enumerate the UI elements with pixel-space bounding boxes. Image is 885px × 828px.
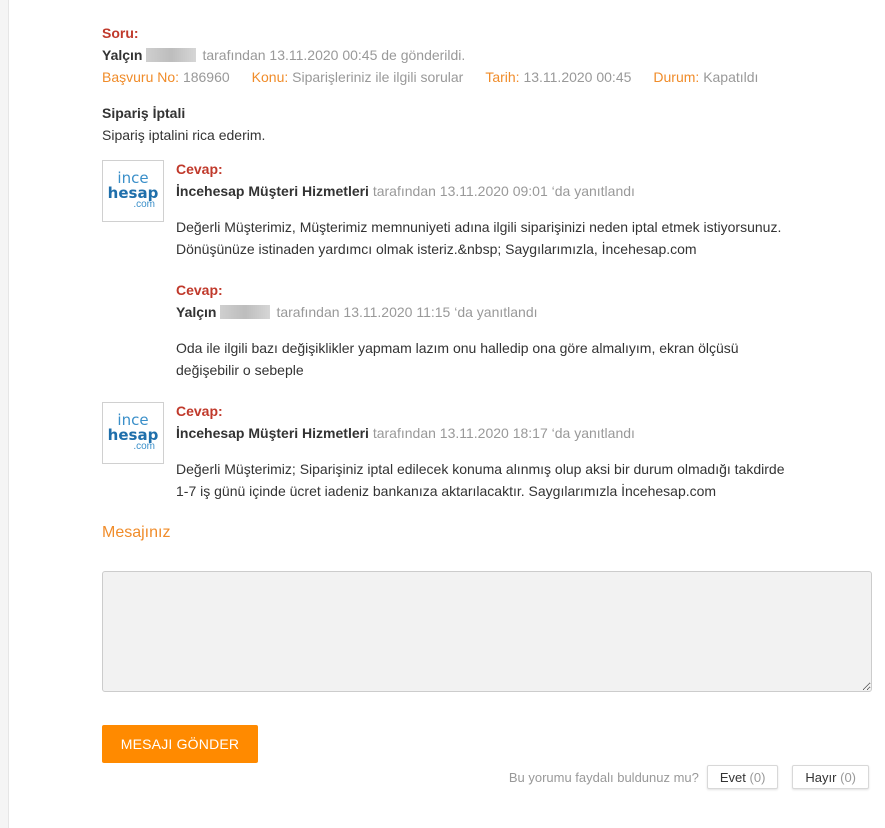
reply-body-line: Dönüşünüze istinaden yardımcı olmak iste…: [176, 241, 697, 257]
app-no-label: Başvuru No:: [102, 69, 180, 85]
ticket-thread: Soru: Yalçın tarafından 13.11.2020 00:45 …: [102, 22, 874, 542]
reply-body-line: Değerli Müşterimiz; Siparişiniz iptal ed…: [176, 461, 785, 477]
status-value: Kapatıldı: [703, 69, 759, 85]
yes-label: Evet: [719, 769, 746, 785]
question-block: Soru: Yalçın tarafından 13.11.2020 00:45 …: [102, 22, 874, 146]
status-label: Durum:: [653, 69, 700, 85]
reply-author: Yalçın: [176, 304, 217, 320]
reply-item: Cevap: Yalçın tarafından 13.11.2020 11:15…: [102, 279, 874, 381]
reply-time: tarafından 13.11.2020 11:15 ‘da yanıtlan…: [276, 304, 538, 320]
question-sent-text: tarafından 13.11.2020 00:45 de gönderild…: [202, 47, 466, 63]
reply-label: Cevap:: [176, 161, 223, 177]
logo-text-hesap: hesap: [107, 426, 159, 444]
reply-label: Cevap:: [176, 403, 223, 419]
question-title: Sipariş İptali: [102, 105, 186, 121]
logo-text-hesap: hesap: [107, 184, 159, 202]
feedback-question: Bu yorumu faydalı buldunuz mu?: [508, 769, 699, 785]
helpful-feedback: Bu yorumu faydalı buldunuz mu? Evet (0) …: [509, 765, 869, 789]
incehesap-logo: ince hesap .com: [102, 402, 164, 464]
message-section-title: Mesajınız: [102, 524, 171, 541]
reply-author: İncehesap Müşteri Hizmetleri: [176, 425, 369, 441]
app-no-value: 186960: [182, 69, 230, 85]
reply-author: İncehesap Müşteri Hizmetleri: [176, 183, 369, 199]
reply-body-line: 1-7 iş günü içinde ücret iadeniz bankanı…: [176, 483, 717, 499]
message-textarea[interactable]: [102, 571, 872, 692]
reply-body: Oda ile ilgili bazı değişiklikler yapmam…: [176, 337, 874, 381]
reply-label: Cevap:: [176, 282, 223, 298]
topic-label: Konu:: [251, 69, 289, 85]
reply-item: ince hesap .com Cevap: İncehesap Müşteri…: [102, 158, 874, 260]
reply-time: tarafından 13.11.2020 18:17 ‘da yanıtlan…: [372, 425, 635, 441]
send-message-button[interactable]: MESAJI GÖNDER: [102, 725, 258, 763]
date-value: 13.11.2020 00:45: [523, 69, 632, 85]
left-rail: [0, 0, 9, 828]
reply-body-line: Değerli Müşterimiz, Müşterimiz memnuniye…: [176, 219, 782, 235]
topic-value: Siparişleriniz ile ilgili sorular: [292, 69, 464, 85]
question-label: Soru:: [102, 25, 139, 41]
redacted-surname: [220, 305, 271, 320]
reply-time: tarafından 13.11.2020 09:01 ‘da yanıtlan…: [372, 183, 635, 199]
reply-body: Değerli Müşterimiz; Siparişiniz iptal ed…: [176, 458, 874, 502]
yes-button[interactable]: Evet (0): [706, 765, 779, 789]
ticket-meta: Başvuru No: 186960 Konu: Siparişleriniz …: [102, 66, 874, 88]
no-label: Hayır: [805, 769, 837, 785]
question-body: Sipariş iptalini rica ederim.: [102, 127, 266, 143]
reply-body: Değerli Müşterimiz, Müşterimiz memnuniye…: [176, 216, 874, 260]
reply-body-line: Oda ile ilgili bazı değişiklikler yapmam…: [176, 340, 739, 356]
reply-item: ince hesap .com Cevap: İncehesap Müşteri…: [102, 400, 874, 502]
incehesap-logo: ince hesap .com: [102, 160, 164, 222]
question-author: Yalçın: [102, 47, 143, 63]
reply-body-line: değişebilir o sebeple: [176, 362, 304, 378]
date-label: Tarih:: [485, 69, 520, 85]
redacted-surname: [146, 48, 197, 63]
no-button[interactable]: Hayır (0): [792, 765, 869, 789]
yes-count: (0): [749, 769, 766, 785]
no-count: (0): [840, 769, 856, 785]
